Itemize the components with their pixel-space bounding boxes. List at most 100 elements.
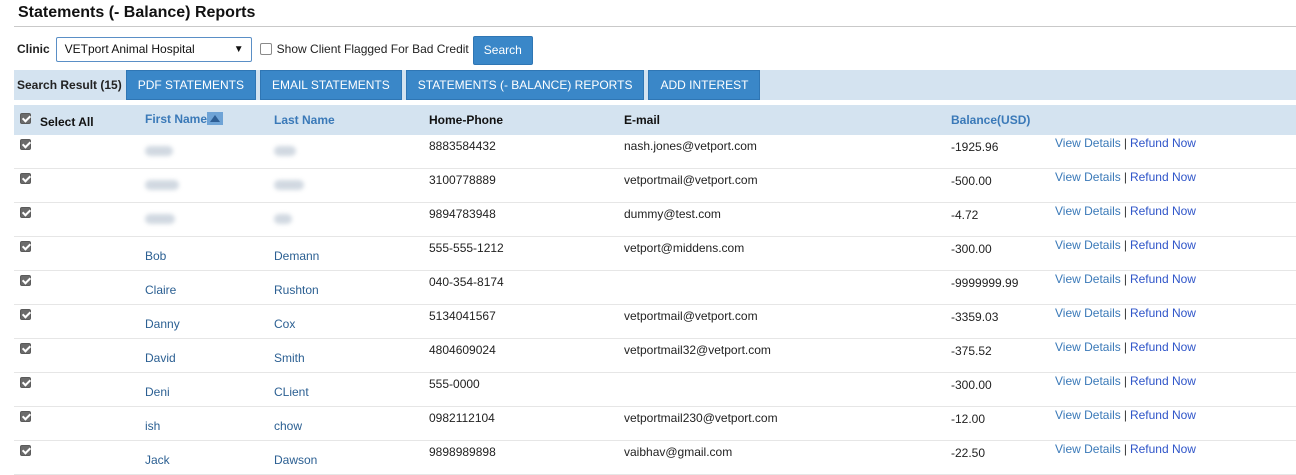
table-row: Jack Dawson 9898989898 vaibhav@gmail.com -22… — [14, 441, 1296, 475]
row-checkbox[interactable] — [20, 275, 31, 286]
title-divider — [14, 26, 1296, 27]
view-details-link[interactable]: View Details — [1055, 340, 1121, 354]
last-name-cell[interactable]: chow — [274, 419, 302, 433]
email-statements-button[interactable]: EMAIL STATEMENTS — [259, 70, 402, 100]
view-details-link[interactable]: View Details — [1055, 442, 1121, 456]
refund-now-link[interactable]: Refund Now — [1130, 408, 1196, 422]
email-cell: vetportmail@vetport.com — [624, 309, 758, 323]
row-actions: View Details | Refund Now — [1055, 374, 1196, 388]
home-phone-header: Home-Phone — [429, 113, 504, 127]
balance-cell: -300.00 — [951, 378, 992, 392]
action-separator: | — [1123, 238, 1127, 252]
first-name-header[interactable]: First Name — [145, 112, 224, 126]
action-separator: | — [1123, 272, 1127, 286]
pdf-statements-button[interactable]: PDF STATEMENTS — [125, 70, 256, 100]
clinic-select[interactable]: VETport Animal Hospital ▼ — [55, 36, 252, 62]
home-phone-cell: 4804609024 — [429, 343, 496, 357]
view-details-link[interactable]: View Details — [1055, 408, 1121, 422]
row-checkbox[interactable] — [20, 309, 31, 320]
balance-cell: -300.00 — [951, 242, 992, 256]
select-all-label: Select All — [40, 115, 94, 129]
view-details-link[interactable]: View Details — [1055, 170, 1121, 184]
row-actions: View Details | Refund Now — [1055, 238, 1196, 252]
refund-now-link[interactable]: Refund Now — [1130, 238, 1196, 252]
refund-now-link[interactable]: Refund Now — [1130, 272, 1196, 286]
refund-now-link[interactable]: Refund Now — [1130, 136, 1196, 150]
action-separator: | — [1123, 136, 1127, 150]
refund-now-link[interactable]: Refund Now — [1130, 374, 1196, 388]
email-cell: vetportmail@vetport.com — [624, 173, 758, 187]
row-actions: View Details | Refund Now — [1055, 306, 1196, 320]
first-name-cell[interactable]: David — [145, 351, 176, 365]
redacted-last-name — [274, 145, 296, 159]
table-body: 8883584432 nash.jones@vetport.com -1925.96… — [14, 135, 1296, 475]
search-result-count: Search Result (15) — [17, 78, 122, 92]
table-row: 8883584432 nash.jones@vetport.com -1925.96… — [14, 135, 1296, 169]
first-name-cell[interactable]: Jack — [145, 453, 170, 467]
first-name-cell[interactable]: Claire — [145, 283, 176, 297]
table-row: Deni CLient 555-0000 -300.00 View Details | Re… — [14, 373, 1296, 407]
action-separator: | — [1123, 306, 1127, 320]
bad-credit-label: Show Client Flagged For Bad Credit — [276, 42, 469, 56]
action-separator: | — [1123, 408, 1127, 422]
refund-now-link[interactable]: Refund Now — [1130, 170, 1196, 184]
row-checkbox[interactable] — [20, 377, 31, 388]
home-phone-cell: 555-0000 — [429, 377, 480, 391]
balance-cell: -22.50 — [951, 446, 986, 460]
view-details-link[interactable]: View Details — [1055, 204, 1121, 218]
refund-now-link[interactable]: Refund Now — [1130, 306, 1196, 320]
balance-header[interactable]: Balance(USD) — [951, 113, 1030, 127]
row-checkbox[interactable] — [20, 343, 31, 354]
view-details-link[interactable]: View Details — [1055, 238, 1121, 252]
email-cell: vetportmail32@vetport.com — [624, 343, 771, 357]
last-name-header[interactable]: Last Name — [274, 113, 335, 127]
redacted-first-name — [145, 213, 175, 227]
view-details-link[interactable]: View Details — [1055, 136, 1121, 150]
refund-now-link[interactable]: Refund Now — [1130, 442, 1196, 456]
search-button[interactable]: Search — [472, 35, 533, 65]
last-name-cell[interactable]: Smith — [274, 351, 305, 365]
view-details-link[interactable]: View Details — [1055, 374, 1121, 388]
redacted-first-name — [145, 179, 179, 193]
first-name-cell[interactable]: ish — [145, 419, 160, 433]
home-phone-cell: 040-354-8174 — [429, 275, 504, 289]
action-separator: | — [1123, 204, 1127, 218]
refund-now-link[interactable]: Refund Now — [1130, 340, 1196, 354]
view-details-link[interactable]: View Details — [1055, 272, 1121, 286]
home-phone-cell: 9894783948 — [429, 207, 496, 221]
statements-table: Select All First Name Last Name Home-Pho… — [14, 105, 1296, 475]
refund-now-link[interactable]: Refund Now — [1130, 204, 1196, 218]
row-actions: View Details | Refund Now — [1055, 136, 1196, 150]
row-checkbox[interactable] — [20, 139, 31, 150]
last-name-cell[interactable]: Cox — [274, 317, 295, 331]
last-name-cell[interactable]: CLient — [274, 385, 309, 399]
email-header: E-mail — [624, 113, 661, 127]
row-checkbox[interactable] — [20, 173, 31, 184]
add-interest-button[interactable]: ADD INTEREST — [648, 70, 761, 100]
redacted-last-name — [274, 179, 304, 193]
row-checkbox[interactable] — [20, 411, 31, 422]
table-row: David Smith 4804609024 vetportmail32@vetpor… — [14, 339, 1296, 373]
row-checkbox[interactable] — [20, 241, 31, 252]
first-name-cell[interactable]: Deni — [145, 385, 170, 399]
home-phone-cell: 3100778889 — [429, 173, 496, 187]
last-name-cell[interactable]: Dawson — [274, 453, 317, 467]
row-actions: View Details | Refund Now — [1055, 170, 1196, 184]
table-header: Select All First Name Last Name Home-Pho… — [14, 105, 1296, 135]
view-details-link[interactable]: View Details — [1055, 306, 1121, 320]
first-name-cell[interactable]: Danny — [145, 317, 180, 331]
last-name-cell[interactable]: Demann — [274, 249, 319, 263]
row-actions: View Details | Refund Now — [1055, 272, 1196, 286]
bad-credit-checkbox[interactable] — [259, 43, 272, 55]
table-row: 9894783948 dummy@test.com -4.72 View Detail… — [14, 203, 1296, 237]
table-row: Bob Demann 555-555-1212 vetport@middens.com… — [14, 237, 1296, 271]
balance-reports-button[interactable]: STATEMENTS (- BALANCE) REPORTS — [405, 70, 645, 100]
last-name-cell[interactable]: Rushton — [274, 283, 319, 297]
row-actions: View Details | Refund Now — [1055, 442, 1196, 456]
row-actions: View Details | Refund Now — [1055, 408, 1196, 422]
row-checkbox[interactable] — [20, 207, 31, 218]
page-title: Statements (- Balance) Reports — [18, 4, 256, 21]
first-name-cell[interactable]: Bob — [145, 249, 166, 263]
select-all-checkbox[interactable] — [20, 113, 31, 124]
email-cell: vetport@middens.com — [624, 241, 745, 255]
